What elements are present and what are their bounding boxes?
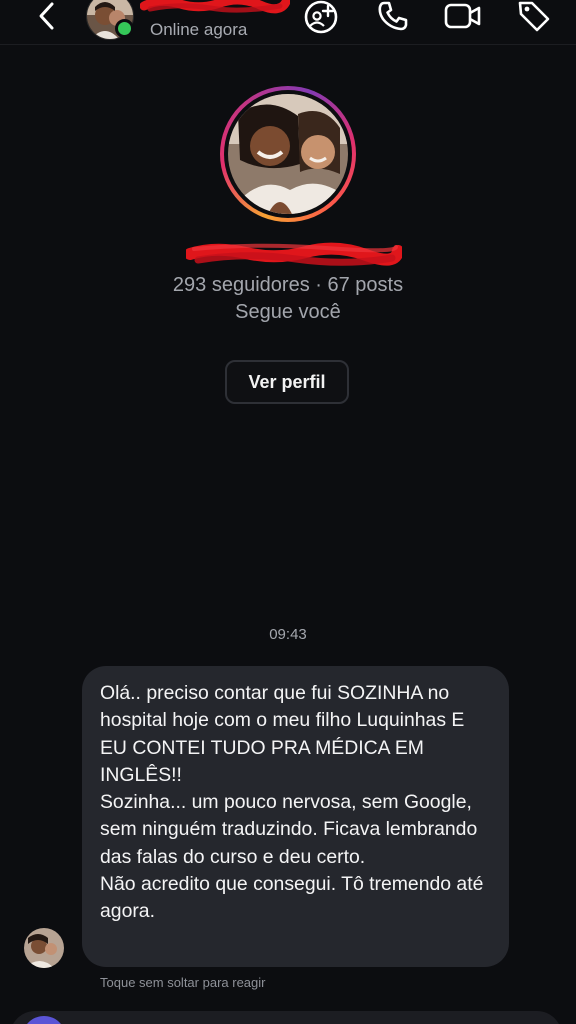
tag-icon: [518, 1, 550, 32]
video-camera-icon: [444, 3, 481, 29]
dm-conversation-screen: Online agora 293 seguidores · 67 posts S…: [0, 0, 576, 1024]
add-friend-icon: [304, 0, 338, 34]
online-indicator: [115, 19, 134, 38]
reaction-hint: Toque sem soltar para reagir: [100, 975, 266, 990]
message-timestamp: 09:43: [269, 626, 307, 643]
message-paragraph: Não acredito que consegui. Tô tremendo a…: [100, 873, 484, 923]
profile-stats: 293 seguidores · 67 posts: [172, 274, 404, 296]
voice-call-button[interactable]: [373, 0, 413, 36]
add-friend-button[interactable]: [301, 0, 341, 36]
sender-avatar[interactable]: [24, 928, 64, 968]
phone-icon: [378, 1, 408, 31]
profile-picture[interactable]: [220, 86, 356, 222]
message-paragraph: Olá.. preciso contar que fui SOZINHA no …: [100, 682, 465, 786]
chat-header: Online agora: [0, 0, 576, 45]
online-status: Online agora: [150, 20, 248, 39]
video-call-button[interactable]: [443, 0, 483, 36]
message-paragraph: Sozinha... um pouco nervosa, sem Google,…: [100, 791, 478, 868]
back-button[interactable]: [30, 0, 64, 34]
redacted-username: [140, 0, 290, 14]
contact-avatar[interactable]: [86, 0, 134, 40]
label-button[interactable]: [514, 0, 554, 36]
redacted-profile-name: [186, 242, 402, 266]
view-profile-button[interactable]: Ver perfil: [225, 360, 349, 404]
message-bubble[interactable]: Olá.. preciso contar que fui SOZINHA no …: [82, 666, 509, 967]
chevron-left-icon: [39, 2, 54, 30]
follows-you-label: Segue você: [235, 301, 341, 323]
message-composer[interactable]: [10, 1011, 562, 1024]
